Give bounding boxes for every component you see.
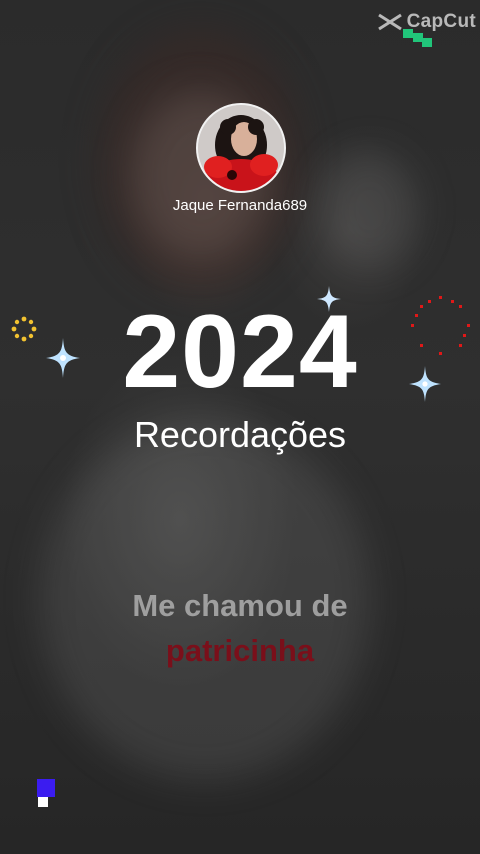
caption-line-2: patricinha [165,633,315,668]
capcut-logo-icon [377,13,402,31]
caption-line-1: Me chamou de [132,588,348,623]
watermark-text: CapCut [406,11,476,32]
year-title: 2024 [122,294,358,410]
avatar [196,103,286,193]
video-frame: CapCut Jaque Fernanda689 2024 Recordaçõe… [0,0,480,854]
username-label: Jaque Fernanda689 [172,197,308,214]
white-block-decoration [38,797,48,807]
subtitle: Recordações [133,414,347,455]
watermark-accent-square [422,38,432,47]
capcut-watermark: CapCut [377,8,476,36]
blue-block-decoration [37,779,55,797]
avatar-photo [198,105,284,191]
watermark-accent-square [403,29,413,38]
